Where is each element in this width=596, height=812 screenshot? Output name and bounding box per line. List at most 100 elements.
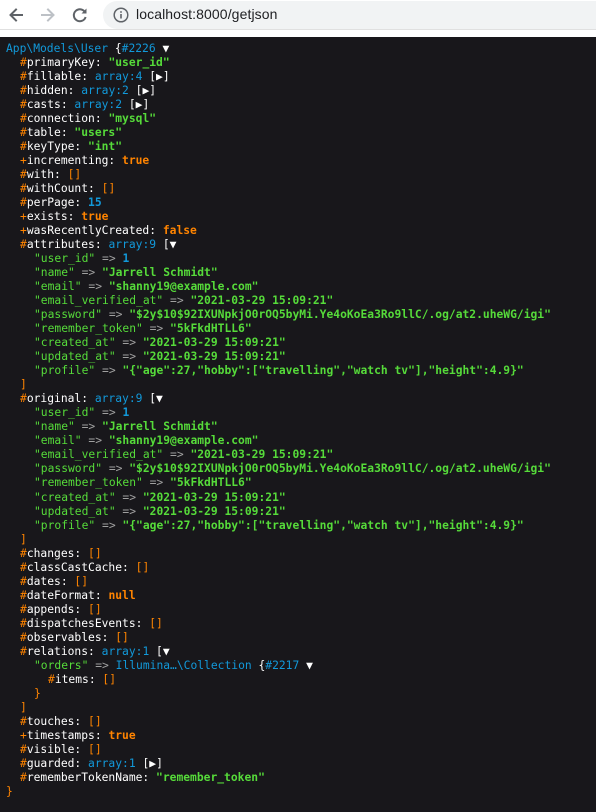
arrow: => xyxy=(163,294,191,308)
array-key: "user_id" xyxy=(34,406,96,420)
dump-line: #guarded: array:1 [▶] xyxy=(6,757,596,771)
dump-line: "created_at" => "2021-03-29 15:09:21" xyxy=(6,491,596,505)
dump-line: ] xyxy=(6,533,596,547)
punctuation: + xyxy=(20,728,27,742)
property-name: wasRecentlyCreated: xyxy=(26,224,163,238)
forward-button[interactable] xyxy=(36,3,60,27)
dump-line: "remember_token" => "5kFkdHTLL6" xyxy=(6,476,596,490)
property-name: exists: xyxy=(26,210,82,224)
dump-line: "user_id" => 1 xyxy=(6,406,596,420)
punctuation: # xyxy=(20,742,27,756)
punctuation: + xyxy=(20,154,27,168)
array-key: "email" xyxy=(34,434,82,448)
string-value: "{"age":27,"hobby":["travelling","watch … xyxy=(122,364,524,378)
dump-line: +incrementing: true xyxy=(6,154,596,168)
punctuation: [] xyxy=(67,168,82,182)
property-name: casts: xyxy=(26,98,75,112)
string-value: "5kFkdHTLL6" xyxy=(170,322,252,336)
dump-line: } xyxy=(6,785,596,799)
punctuation: ] xyxy=(20,532,27,546)
property-name: [ xyxy=(142,70,157,84)
arrow: => xyxy=(163,448,191,462)
dump-line: ] xyxy=(6,378,596,392)
type-meta: array:9 xyxy=(108,238,157,252)
dump-line: #casts: array:2 [▶] xyxy=(6,98,596,112)
arrow: => xyxy=(115,336,143,350)
array-key: "orders" xyxy=(34,658,89,672)
dump-line: "profile" => "{"age":27,"hobby":["travel… xyxy=(6,364,596,378)
punctuation: + xyxy=(20,210,27,224)
dump-line: #dateFormat: null xyxy=(6,589,596,603)
punctuation: # xyxy=(20,140,27,154)
property-name: [ xyxy=(128,84,143,98)
back-button[interactable] xyxy=(4,3,28,27)
dump-line: #attributes: array:9 [▼ xyxy=(6,238,596,252)
string-value: "remember_token" xyxy=(156,770,265,784)
dump-line: +exists: true xyxy=(6,210,596,224)
arrow-left-icon xyxy=(9,8,23,22)
property-name: [ xyxy=(142,392,157,406)
toggle-icon[interactable]: ▼ xyxy=(170,238,177,251)
toggle-icon[interactable]: ▼ xyxy=(299,659,313,672)
dump-line: #dispatchesEvents: [] xyxy=(6,617,596,631)
dump-line: +timestamps: true xyxy=(6,729,596,743)
property-name: perPage: xyxy=(26,196,89,210)
arrow: => xyxy=(95,406,123,420)
punctuation: [] xyxy=(88,602,102,616)
dump-line: "updated_at" => "2021-03-29 15:09:21" xyxy=(6,505,596,519)
dump-line: +wasRecentlyCreated: false xyxy=(6,224,596,238)
property-name: relations: xyxy=(26,644,102,658)
info-icon[interactable] xyxy=(113,7,129,23)
array-key: "created_at" xyxy=(34,336,116,350)
property-name: changes: xyxy=(26,546,89,560)
toggle-icon[interactable]: ▶ xyxy=(156,70,163,83)
type-meta: array:2 xyxy=(81,84,129,98)
array-key: "password" xyxy=(34,308,103,322)
array-key: "name" xyxy=(34,420,75,434)
arrow: => xyxy=(95,252,123,266)
string-value: "5kFkdHTLL6" xyxy=(170,476,252,490)
array-key: "remember_token" xyxy=(34,322,143,336)
arrow: => xyxy=(95,518,123,532)
toggle-icon[interactable]: ▼ xyxy=(163,645,170,658)
dump-line: #changes: [] xyxy=(6,547,596,561)
punctuation: [] xyxy=(74,574,89,588)
dump-line: #fillable: array:4 [▶] xyxy=(6,70,596,84)
punctuation: # xyxy=(20,546,27,560)
property-name: fillable: xyxy=(26,70,95,84)
arrow-right-icon xyxy=(41,8,55,22)
dump-line: "password" => "$2y$10$92IXUNpkjO0rOQ5byM… xyxy=(6,462,596,476)
address-bar[interactable]: localhost:8000/getjson xyxy=(103,1,596,29)
var-dump-panel: App\Models\User {#2226 ▼ #primaryKey: "us… xyxy=(0,37,596,812)
arrow: => xyxy=(102,308,130,322)
arrow: => xyxy=(88,658,116,672)
array-key: "user_id" xyxy=(34,252,96,266)
property-name: ] xyxy=(156,756,163,770)
property-name: [ xyxy=(135,756,150,770)
property-name: dispatchesEvents: xyxy=(26,616,150,630)
property-name: ] xyxy=(142,98,150,112)
punctuation: # xyxy=(20,630,27,644)
url-text[interactable]: localhost:8000/getjson xyxy=(136,6,278,22)
toggle-icon[interactable]: ▼ xyxy=(156,392,163,405)
dump-line: #connection: "mysql" xyxy=(6,112,596,126)
punctuation: [] xyxy=(135,560,150,574)
string-value: "Jarrell Schmidt" xyxy=(102,420,218,434)
array-key: "updated_at" xyxy=(34,504,116,518)
string-value: "{"age":27,"hobby":["travelling","watch … xyxy=(122,518,524,532)
punctuation: # xyxy=(20,616,27,630)
number-value: 15 xyxy=(88,196,102,210)
property-name: dateFormat: xyxy=(26,588,109,602)
dump-line: "password" => "$2y$10$92IXUNpkjO0rOQ5byM… xyxy=(6,308,596,322)
dump-line: #withCount: [] xyxy=(6,182,596,196)
array-key: "created_at" xyxy=(34,490,116,504)
punctuation: } xyxy=(6,784,13,798)
reload-button[interactable] xyxy=(68,3,92,27)
punctuation: # xyxy=(48,672,55,686)
property-name: classCastCache: xyxy=(26,560,136,574)
arrow: => xyxy=(95,364,123,378)
array-key: "updated_at" xyxy=(34,350,116,364)
punctuation: # xyxy=(20,70,27,84)
string-value: "$2y$10$92IXUNpkjO0rOQ5byMi.Ye4oKoEa3Ro9… xyxy=(129,308,551,322)
toggle-icon[interactable]: ▼ xyxy=(156,42,169,55)
